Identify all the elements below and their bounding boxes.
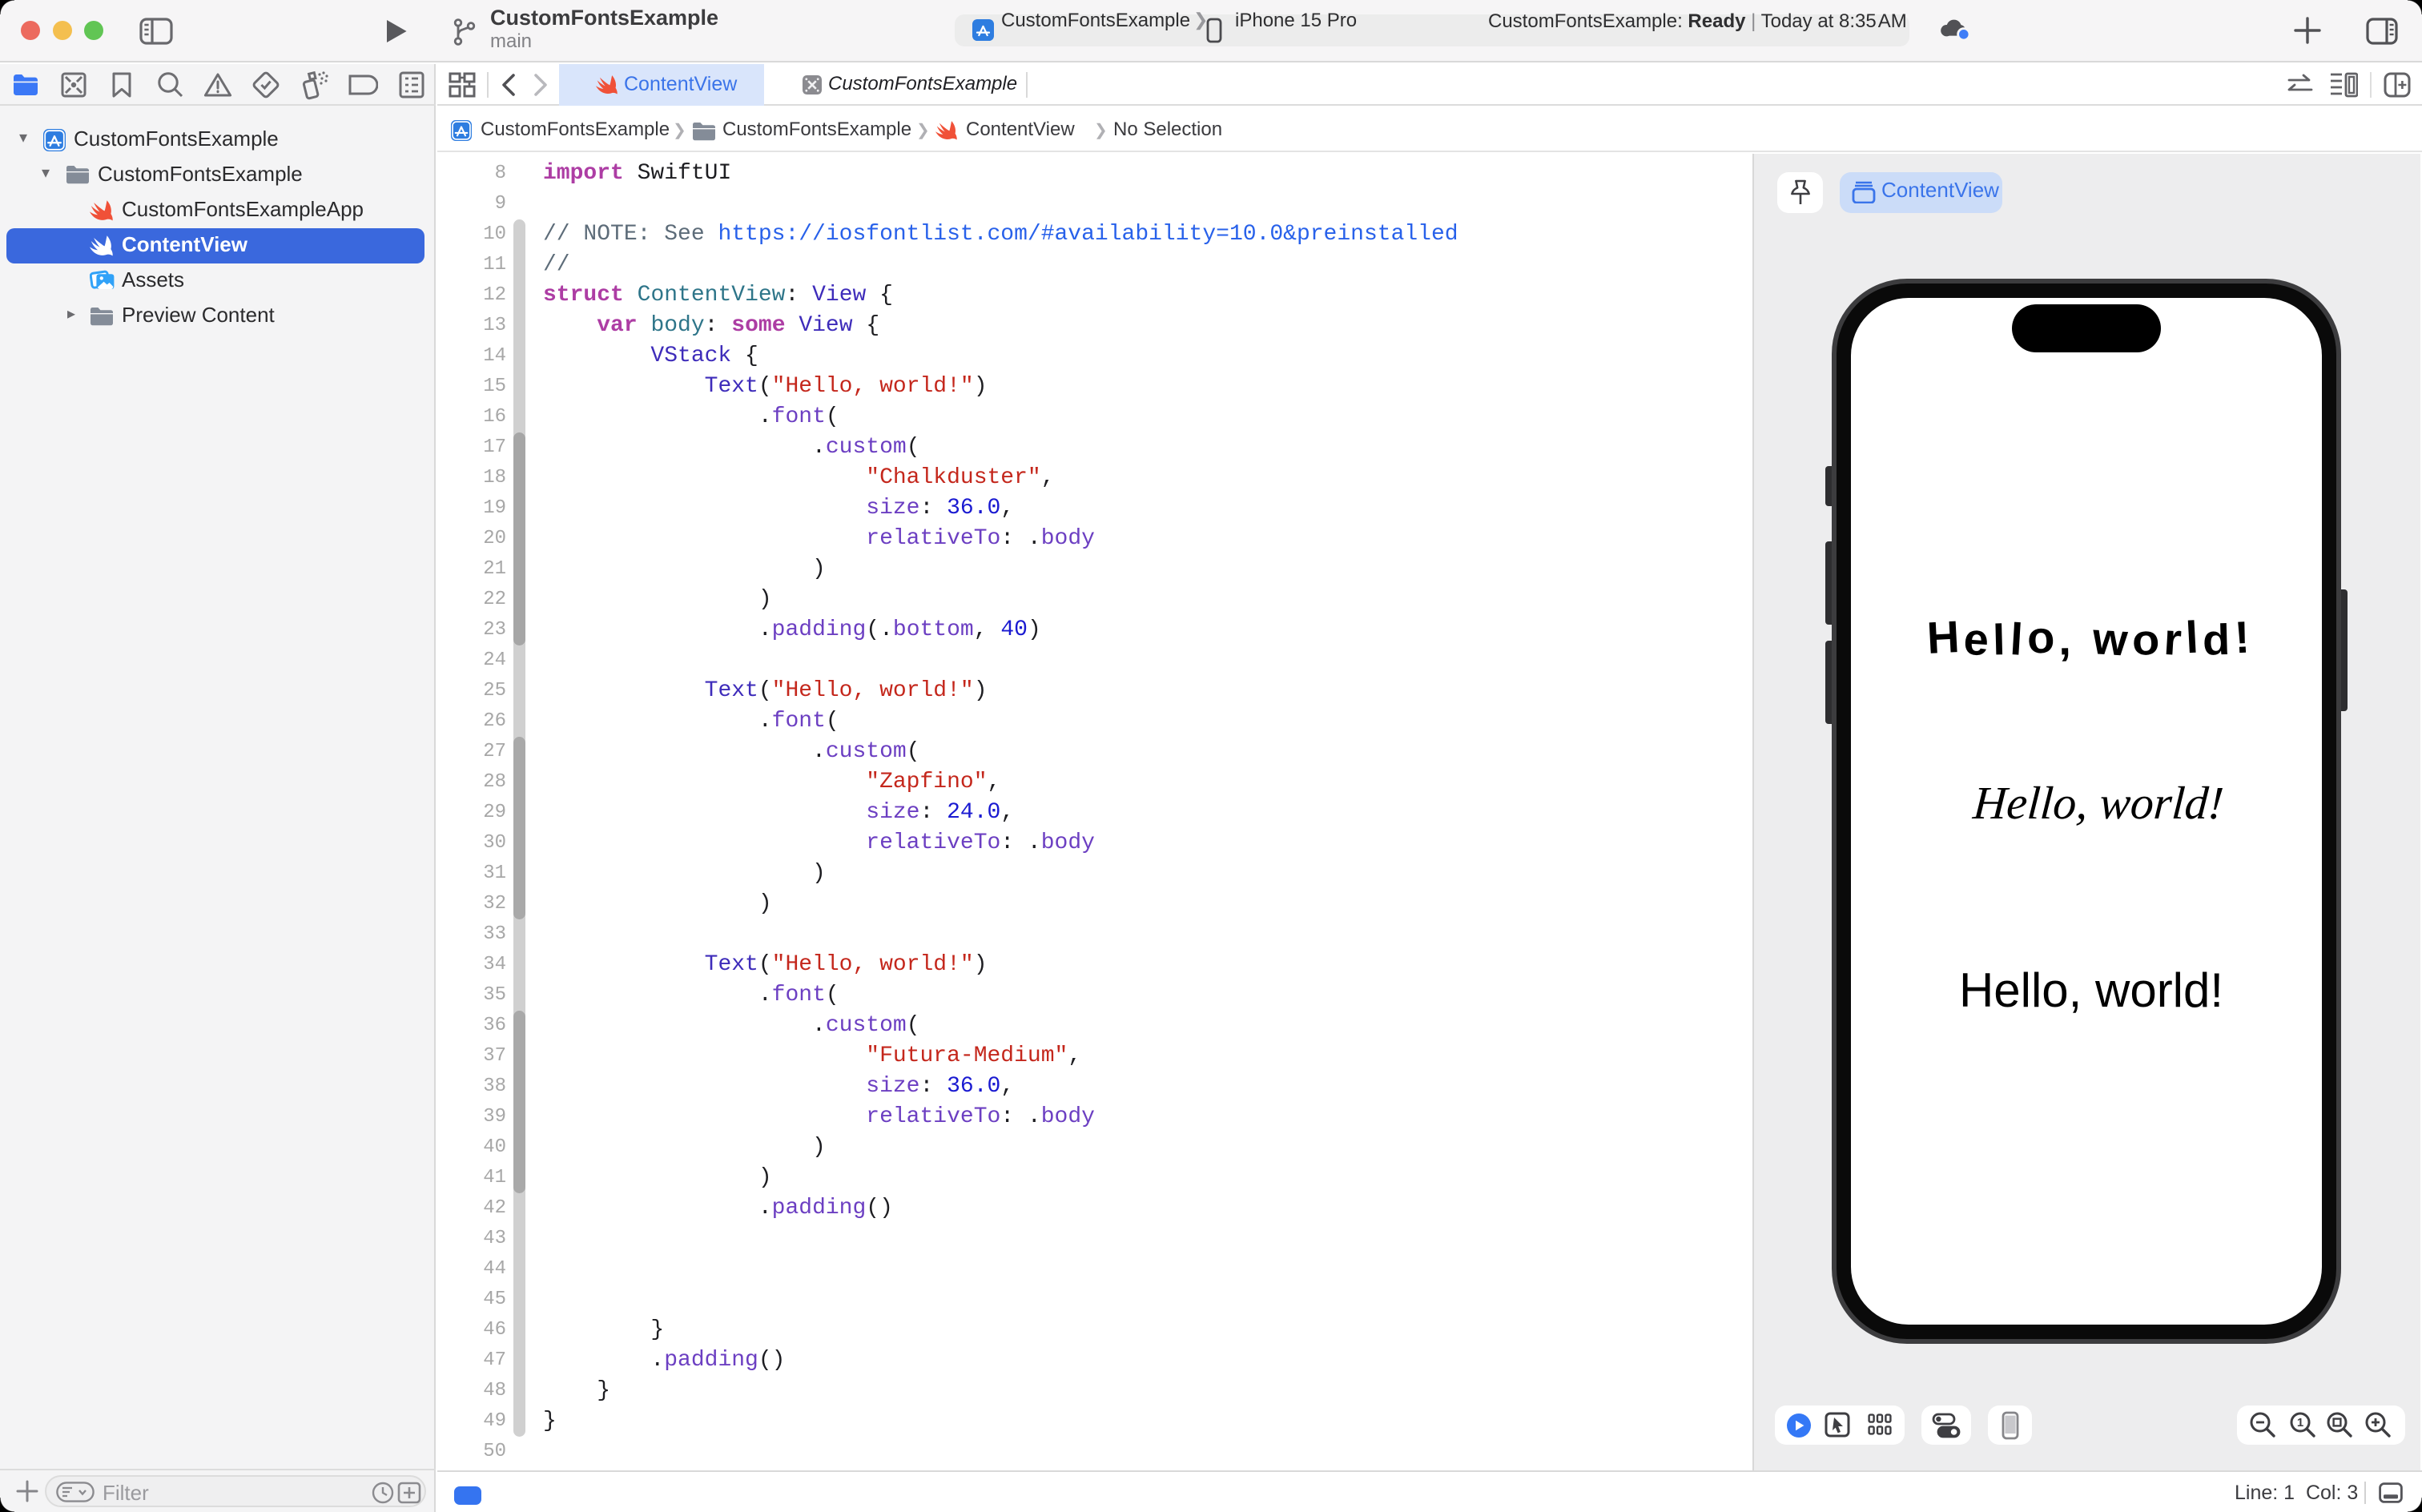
svg-text:1: 1 [2297,1416,2303,1430]
